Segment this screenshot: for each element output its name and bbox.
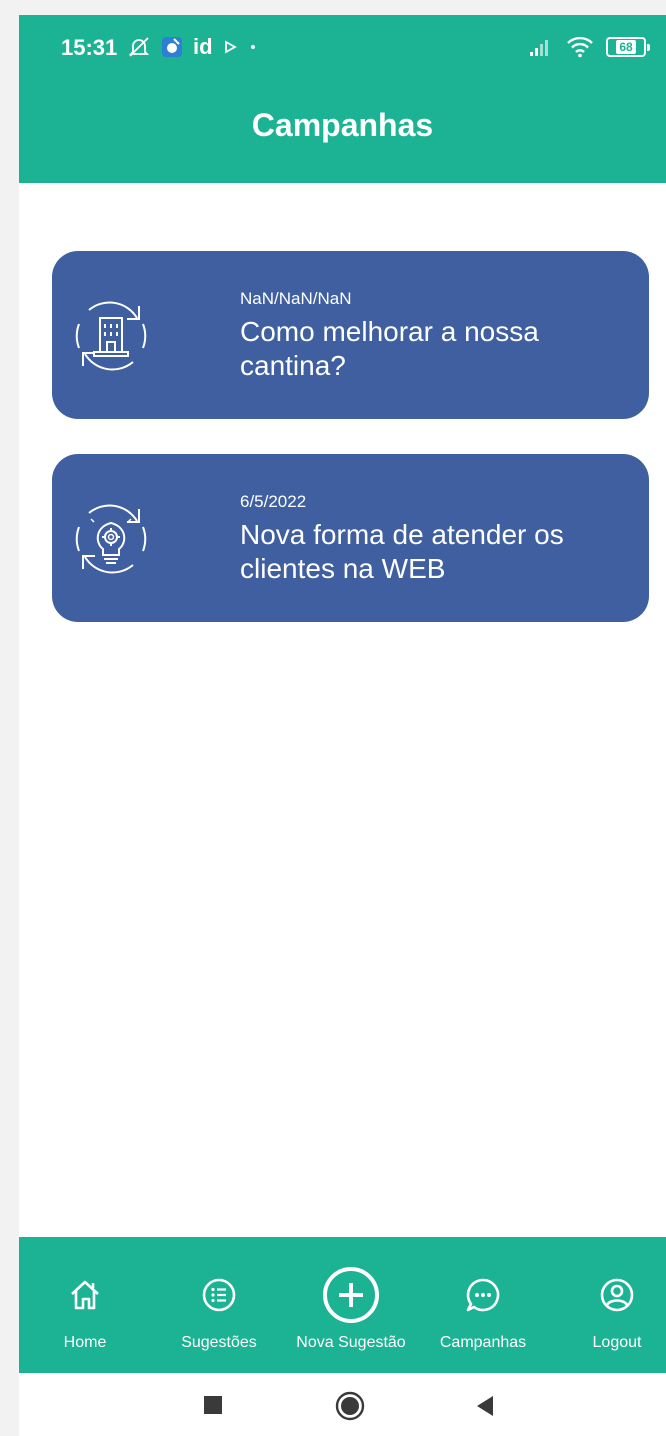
campaign-card[interactable]: NaN/NaN/NaN Como melhorar a nossa cantin… — [52, 251, 649, 419]
campaign-title: Nova forma de atender os clientes na WEB — [240, 519, 564, 584]
nav-label-campanhas: Campanhas — [439, 1334, 527, 1351]
nav-item-nova-sugestao[interactable]: Nova Sugestão — [289, 1237, 413, 1373]
status-bar: 15:31 id 68 — [19, 15, 666, 79]
lightbulb-gear-cycle-icon — [75, 504, 147, 574]
list-icon — [202, 1278, 236, 1312]
nav-item-home[interactable]: Home — [43, 1237, 127, 1373]
campaign-date: 6/5/2022 — [240, 492, 307, 511]
nav-label-nova-sugestao: Nova Sugestão — [296, 1334, 406, 1351]
system-navigation-bar — [19, 1373, 666, 1436]
home-circle-icon[interactable] — [335, 1391, 365, 1421]
notification-icons: id — [127, 33, 259, 61]
app-screen: 15:31 id 68 Campanhas NaN/NaN/NaN Como m… — [19, 15, 666, 1436]
bottom-navigation: Home Sugestões Nova Sugestão Campanhas L… — [19, 1237, 666, 1373]
system-status-icons: 68 — [528, 33, 650, 61]
app-header: 15:31 id 68 Campanhas — [19, 15, 666, 183]
nav-item-sugestoes[interactable]: Sugestões — [169, 1237, 269, 1373]
chat-icon — [466, 1278, 500, 1312]
nav-item-campanhas[interactable]: Campanhas — [433, 1237, 533, 1373]
dot-icon — [250, 45, 255, 49]
campaign-title: Como melhorar a nossa cantina? — [240, 316, 539, 381]
campaign-date: NaN/NaN/NaN — [240, 289, 352, 308]
play-icon — [224, 40, 237, 54]
building-cycle-icon — [75, 301, 147, 371]
signal-icon — [530, 40, 548, 56]
campaign-card[interactable]: 6/5/2022 Nova forma de atender os client… — [52, 454, 649, 622]
wifi-icon — [567, 36, 593, 58]
status-time: 15:31 — [61, 35, 118, 60]
alarm-off-icon — [128, 37, 150, 57]
recents-square-icon[interactable] — [203, 1395, 223, 1415]
id-app-icon: id — [193, 34, 213, 59]
nav-label-home: Home — [63, 1334, 107, 1351]
battery-icon: 68 — [606, 37, 650, 57]
nav-label-sugestoes: Sugestões — [181, 1334, 257, 1351]
back-triangle-icon[interactable] — [475, 1395, 495, 1417]
user-circle-icon — [600, 1278, 634, 1312]
page-title: Campanhas — [251, 107, 434, 143]
nav-label-logout: Logout — [592, 1334, 642, 1351]
home-icon — [71, 1280, 99, 1310]
battery-level: 68 — [616, 40, 636, 54]
plus-circle-icon — [323, 1267, 379, 1323]
nav-item-logout[interactable]: Logout — [575, 1237, 659, 1373]
app-icon — [162, 37, 182, 57]
